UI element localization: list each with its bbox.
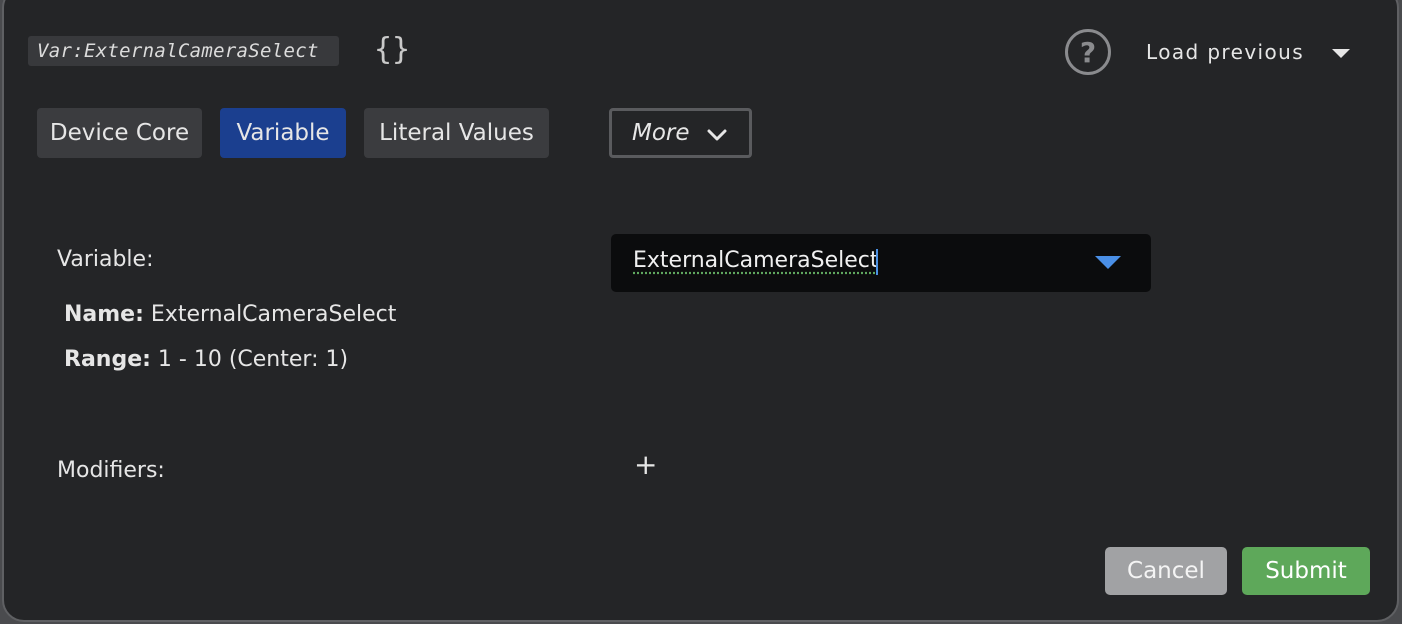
- variable-name-info: Name: ExternalCameraSelect: [64, 300, 396, 330]
- dropdown-caret-icon[interactable]: [1095, 256, 1121, 269]
- more-button[interactable]: More: [609, 108, 752, 158]
- more-label: More: [632, 120, 690, 146]
- load-previous-label[interactable]: Load previous: [1146, 38, 1304, 66]
- variable-range-info: Range: 1 - 10 (Center: 1): [64, 345, 348, 375]
- text-cursor: [876, 249, 878, 275]
- variable-label: Variable:: [57, 247, 154, 272]
- name-label: Name:: [64, 302, 144, 327]
- name-value: ExternalCameraSelect: [150, 302, 397, 327]
- tab-device-core[interactable]: Device Core: [37, 108, 202, 158]
- braces-icon[interactable]: {}: [374, 32, 410, 68]
- variable-select[interactable]: ExternalCameraSelect: [611, 234, 1151, 292]
- help-icon[interactable]: ?: [1065, 29, 1111, 75]
- submit-button[interactable]: Submit: [1242, 547, 1370, 595]
- range-value: 1 - 10 (Center: 1): [157, 347, 349, 372]
- tab-variable[interactable]: Variable: [220, 108, 346, 158]
- expression-editor-dialog: Var:ExternalCameraSelect {} ? Load previ…: [2, 0, 1399, 622]
- chevron-down-icon: [707, 113, 727, 157]
- range-label: Range:: [64, 347, 151, 372]
- modifiers-label: Modifiers:: [57, 458, 165, 483]
- add-modifier-button[interactable]: +: [634, 450, 657, 480]
- cancel-button[interactable]: Cancel: [1105, 547, 1227, 595]
- tab-literal-values[interactable]: Literal Values: [364, 108, 549, 158]
- variable-select-value[interactable]: ExternalCameraSelect: [633, 246, 878, 276]
- caret-down-icon[interactable]: [1332, 49, 1350, 58]
- expression-tag[interactable]: Var:ExternalCameraSelect: [28, 36, 339, 66]
